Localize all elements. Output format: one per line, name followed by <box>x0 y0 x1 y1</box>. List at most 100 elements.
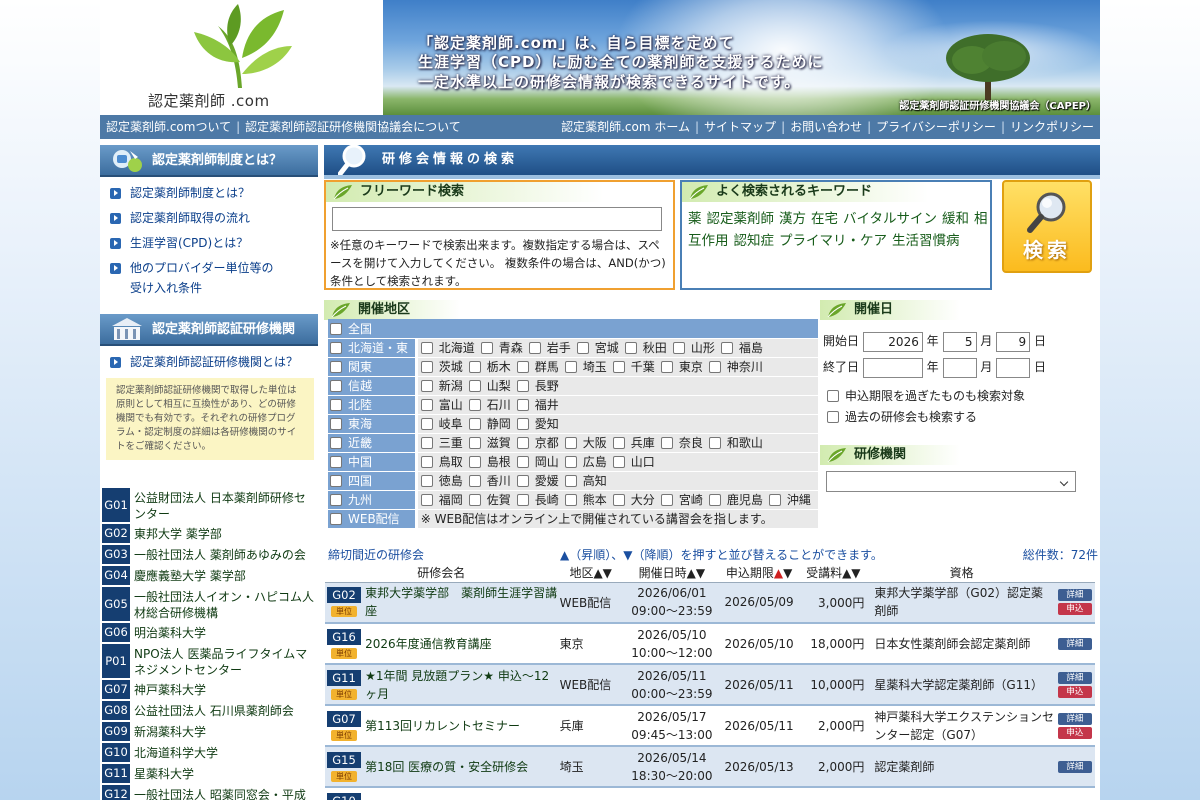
pref-checkbox[interactable] <box>564 456 577 468</box>
pref-option[interactable]: 大阪 <box>564 436 607 450</box>
region-checkbox[interactable] <box>330 342 342 354</box>
pref-option[interactable]: 愛媛 <box>516 474 559 488</box>
org-item[interactable]: G07 神戸薬科大学 <box>102 680 316 699</box>
keyword-link[interactable]: 認定薬剤師 <box>707 211 775 227</box>
pref-checkbox[interactable] <box>516 361 529 373</box>
pref-checkbox[interactable] <box>516 418 529 430</box>
sidebar-item-institution[interactable]: 認定薬剤師認証研修機関とは？ <box>108 352 318 372</box>
pref-checkbox[interactable] <box>468 437 481 449</box>
detail-button[interactable]: 詳細 <box>1057 589 1092 602</box>
region-checkbox[interactable] <box>330 437 342 449</box>
detail-button[interactable]: 詳細 <box>1057 671 1092 684</box>
sidebar-item-flow[interactable]: 認定薬剤師取得の流れ <box>108 208 318 228</box>
region-cell[interactable]: 近畿 <box>328 433 417 453</box>
start-day-input[interactable]: 9 <box>996 331 1031 352</box>
pref-option[interactable]: 大分 <box>612 493 655 507</box>
pref-option[interactable]: 島根 <box>468 455 511 469</box>
pref-checkbox[interactable] <box>708 361 721 373</box>
institution-select[interactable] <box>826 471 1076 492</box>
pref-option[interactable]: 岐阜 <box>420 417 463 431</box>
region-cell[interactable]: 東海 <box>328 414 417 434</box>
course-name-link[interactable]: 東邦大学薬学部 薬剤師生涯学習講座 <box>363 582 558 624</box>
pref-checkbox[interactable] <box>708 437 721 449</box>
pref-option[interactable]: 岩手 <box>528 341 571 355</box>
org-item[interactable]: G08 公益社団法人 石川県薬剤師会 <box>102 701 316 720</box>
include-past-row[interactable]: 過去の研修会も検索する <box>823 407 1093 427</box>
region-cell[interactable]: 中国 <box>328 452 417 472</box>
pref-option[interactable]: 山形 <box>672 341 715 355</box>
pref-option[interactable]: 千葉 <box>612 360 655 374</box>
pref-checkbox[interactable] <box>768 494 781 506</box>
course-name-link[interactable]: 第113回リカレントセミナー <box>363 705 558 747</box>
region-cell[interactable]: 北海道・東 <box>328 338 417 358</box>
course-name-link[interactable]: 2026年度通信教育講座 <box>363 623 558 665</box>
pref-checkbox[interactable] <box>516 399 529 411</box>
pref-option[interactable]: 和歌山 <box>708 436 763 450</box>
sidebar-item-cpd[interactable]: 生涯学習(CPD)とは？ <box>108 233 318 253</box>
course-name-link[interactable] <box>363 787 558 800</box>
pref-option[interactable]: 沖縄 <box>768 493 811 507</box>
region-cell[interactable]: 関東 <box>328 357 417 377</box>
web-checkbox[interactable] <box>330 513 342 525</box>
nav-link-contact[interactable]: お問い合わせ <box>790 120 862 134</box>
apply-button[interactable]: 申込 <box>1057 603 1092 616</box>
org-item[interactable]: G04 慶應義塾大学 薬学部 <box>102 566 316 585</box>
site-logo[interactable]: 認定薬剤師 .com <box>100 0 383 115</box>
pref-checkbox[interactable] <box>468 418 481 430</box>
keyword-link[interactable]: 生活習慣病 <box>892 233 960 249</box>
pref-checkbox[interactable] <box>516 456 529 468</box>
region-checkbox[interactable] <box>330 380 342 392</box>
pref-checkbox[interactable] <box>624 342 637 354</box>
keyword-link[interactable]: 在宅 <box>811 211 838 227</box>
pref-option[interactable]: 佐賀 <box>468 493 511 507</box>
pref-option[interactable]: 北海道 <box>420 341 475 355</box>
start-year-input[interactable]: 2026 <box>862 331 923 352</box>
pref-option[interactable]: 富山 <box>420 398 463 412</box>
pref-option[interactable]: 静岡 <box>468 417 511 431</box>
start-month-input[interactable]: 5 <box>942 331 977 352</box>
org-item[interactable]: G06 明治薬科大学 <box>102 623 316 642</box>
pref-checkbox[interactable] <box>420 342 433 354</box>
pref-option[interactable]: 茨城 <box>420 360 463 374</box>
pref-option[interactable]: 長崎 <box>516 493 559 507</box>
pref-checkbox[interactable] <box>420 418 433 430</box>
nav-link-about-site[interactable]: 認定薬剤師.comついて <box>106 120 231 134</box>
sidebar-item-system[interactable]: 認定薬剤師制度とは？ <box>108 183 318 203</box>
pref-checkbox[interactable] <box>516 437 529 449</box>
pref-option[interactable]: 京都 <box>516 436 559 450</box>
pref-checkbox[interactable] <box>468 494 481 506</box>
pref-checkbox[interactable] <box>660 494 673 506</box>
pref-checkbox[interactable] <box>564 475 577 487</box>
region-checkbox[interactable] <box>330 322 342 335</box>
region-cell[interactable]: 四国 <box>328 471 417 491</box>
pref-option[interactable]: 岡山 <box>516 455 559 469</box>
pref-checkbox[interactable] <box>420 380 433 392</box>
pref-checkbox[interactable] <box>420 475 433 487</box>
pref-checkbox[interactable] <box>612 456 625 468</box>
sort-down-icon[interactable]: ▼ <box>783 566 792 580</box>
org-item[interactable]: G12 一般社団法人 昭薬同窓会・平成 <box>102 785 316 800</box>
detail-button[interactable]: 詳細 <box>1057 760 1092 773</box>
pref-option[interactable]: 青森 <box>480 341 523 355</box>
apply-button[interactable]: 申込 <box>1057 685 1092 698</box>
nav-link-home[interactable]: 認定薬剤師.com ホーム <box>561 120 690 134</box>
pref-option[interactable]: 栃木 <box>468 360 511 374</box>
org-item[interactable]: G02 東邦大学 薬学部 <box>102 524 316 543</box>
sort-up-icon[interactable]: ▲ <box>774 566 783 580</box>
col-deadline[interactable]: 申込期限▲▼ <box>720 564 799 583</box>
region-checkbox[interactable] <box>330 475 342 487</box>
org-item[interactable]: G09 新潟薬科大学 <box>102 722 316 741</box>
keyword-link[interactable]: プライマリ・ケア <box>779 233 887 249</box>
col-fee[interactable]: 受講料▲▼ <box>798 564 869 583</box>
pref-checkbox[interactable] <box>564 361 577 373</box>
pref-checkbox[interactable] <box>480 342 493 354</box>
org-item[interactable]: G10 北海道科学大学 <box>102 743 316 762</box>
pref-option[interactable]: 石川 <box>468 398 511 412</box>
pref-checkbox[interactable] <box>516 475 529 487</box>
pref-option[interactable]: 神奈川 <box>708 360 763 374</box>
apply-button[interactable]: 申込 <box>1057 726 1092 739</box>
pref-checkbox[interactable] <box>420 399 433 411</box>
pref-option[interactable]: 兵庫 <box>612 436 655 450</box>
pref-option[interactable]: 熊本 <box>564 493 607 507</box>
include-expired-checkbox[interactable] <box>827 390 839 402</box>
